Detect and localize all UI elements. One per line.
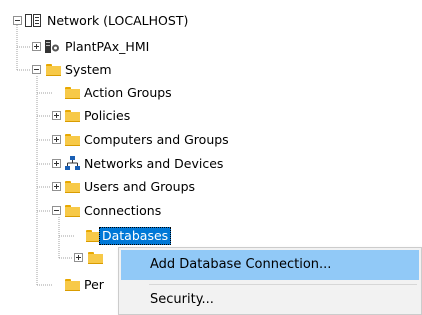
folder-icon: [65, 205, 80, 217]
tree-node-label: Policies: [84, 108, 131, 123]
tree-node-per[interactable]: Per: [0, 275, 118, 295]
tree-node-label: System: [65, 62, 112, 77]
tree-node-hidden[interactable]: [0, 248, 118, 268]
tree-node-label: Networks and Devices: [84, 156, 224, 171]
tree-node-label: Action Groups: [84, 85, 172, 100]
tree-node-label: Databases: [99, 227, 172, 245]
tree-node-label: Users and Groups: [84, 179, 196, 194]
menu-item-security[interactable]: Security...: [121, 285, 419, 315]
tree-node-networks-and-devices[interactable]: Networks and Devices: [0, 154, 280, 174]
tree-node-system[interactable]: System: [0, 60, 250, 80]
menu-item-add-database-connection[interactable]: Add Database Connection...: [121, 250, 419, 280]
server-icon: [45, 40, 60, 53]
collapse-toggle[interactable]: [13, 16, 22, 25]
tree-node-network[interactable]: Network (LOCALHOST): [0, 11, 250, 31]
expand-toggle[interactable]: [74, 253, 83, 262]
expand-toggle[interactable]: [52, 159, 61, 168]
collapse-toggle[interactable]: [52, 206, 61, 215]
folder-icon: [65, 134, 80, 146]
tree-node-users-and-groups[interactable]: Users and Groups: [0, 177, 250, 197]
tree-node-policies[interactable]: Policies: [0, 106, 250, 126]
expand-toggle[interactable]: [32, 42, 41, 51]
network-devices-icon: [65, 156, 80, 171]
tree-node-databases[interactable]: Databases: [0, 226, 250, 246]
folder-icon: [46, 64, 61, 76]
tree-node-label: Per: [84, 277, 104, 292]
expand-toggle[interactable]: [52, 111, 61, 120]
tree-node-label: Connections: [84, 203, 162, 218]
folder-icon: [65, 110, 80, 122]
context-menu: Add Database Connection... Security...: [118, 247, 422, 315]
tree-node-label: [104, 249, 108, 267]
folder-icon: [65, 279, 80, 291]
tree-node-action-groups[interactable]: Action Groups: [0, 83, 250, 103]
tree-node-label: PlantPAx_HMI: [65, 39, 150, 54]
network-root-icon: [25, 14, 41, 27]
folder-icon: [88, 252, 103, 264]
tree-node-label: Computers and Groups: [84, 132, 229, 147]
tree-node-connections[interactable]: Connections: [0, 201, 250, 221]
folder-icon: [65, 181, 80, 193]
expand-toggle[interactable]: [52, 135, 61, 144]
collapse-toggle[interactable]: [32, 65, 41, 74]
tree-node-plantpax-hmi[interactable]: PlantPAx_HMI: [0, 37, 250, 57]
tree-node-label: Network (LOCALHOST): [47, 13, 189, 28]
tree-node-computers-and-groups[interactable]: Computers and Groups: [0, 130, 280, 150]
folder-icon: [65, 87, 80, 99]
expand-toggle[interactable]: [52, 182, 61, 191]
